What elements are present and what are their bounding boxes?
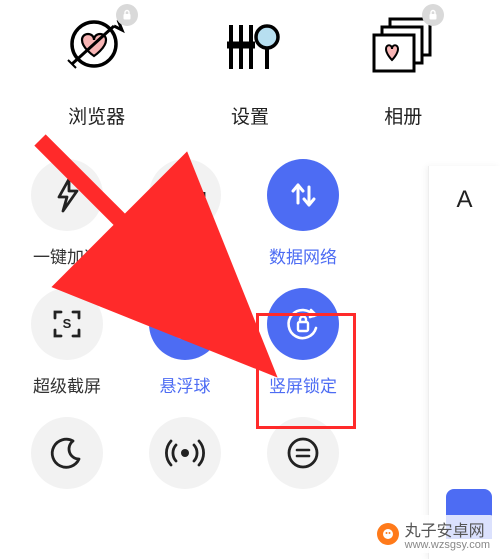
font-size-panel: A xyxy=(428,166,500,559)
app-label: 设置 xyxy=(231,102,269,129)
boost-icon xyxy=(31,159,103,231)
app-row: 浏览器 设置 相册 xyxy=(0,0,500,139)
gallery-heart-icon xyxy=(368,10,438,80)
rotation-lock-icon xyxy=(267,288,339,360)
toggle-float-ball[interactable]: 悬浮球 xyxy=(126,288,244,397)
toggle-hotspot[interactable] xyxy=(126,417,244,501)
svg-text:S: S xyxy=(63,316,72,331)
lock-badge-icon xyxy=(116,4,138,26)
toggle-label: 数据网络 xyxy=(269,243,337,268)
toggle-label: 超级截屏 xyxy=(33,372,101,397)
app-label: 浏览器 xyxy=(68,102,125,129)
toggle-label: 振动模式 xyxy=(151,243,219,268)
watermark-url: www.wzsgsy.com xyxy=(405,539,490,551)
toggle-vibrate[interactable]: 振动模式 xyxy=(126,159,244,268)
mobile-data-icon xyxy=(267,159,339,231)
float-ball-icon xyxy=(149,288,221,360)
hotspot-icon xyxy=(149,417,221,489)
toggle-screenshot[interactable]: S 超级截屏 xyxy=(8,288,126,397)
watermark: 丸子安卓网 www.wzsgsy.com xyxy=(373,515,494,553)
menu-circle-icon xyxy=(267,417,339,489)
screenshot-icon: S xyxy=(31,288,103,360)
app-gallery[interactable]: 相册 xyxy=(349,10,457,129)
toggle-rotation-lock[interactable]: 竖屏锁定 xyxy=(244,288,362,397)
app-settings[interactable]: 设置 xyxy=(196,10,304,129)
toggle-label: 竖屏锁定 xyxy=(269,372,337,397)
lock-badge-icon xyxy=(422,4,444,26)
settings-fork-icon xyxy=(215,10,285,80)
vibrate-icon xyxy=(149,159,221,231)
watermark-title: 丸子安卓网 xyxy=(405,517,490,541)
toggle-label: 悬浮球 xyxy=(160,372,211,397)
moon-icon xyxy=(31,417,103,489)
toggle-menu[interactable] xyxy=(244,417,362,501)
quick-settings-grid: 一键加速 振动模式 数据网络 S 超级截屏 悬浮球 xyxy=(0,139,500,501)
letter-a-icon[interactable]: A xyxy=(429,186,500,214)
app-label: 相册 xyxy=(384,102,422,129)
heart-compass-icon xyxy=(62,10,132,80)
toggle-label: 一键加速 xyxy=(33,243,101,268)
toggle-night-mode[interactable] xyxy=(8,417,126,501)
watermark-icon xyxy=(377,523,399,545)
app-browser[interactable]: 浏览器 xyxy=(43,10,151,129)
toggle-boost[interactable]: 一键加速 xyxy=(8,159,126,268)
toggle-mobile-data[interactable]: 数据网络 xyxy=(244,159,362,268)
